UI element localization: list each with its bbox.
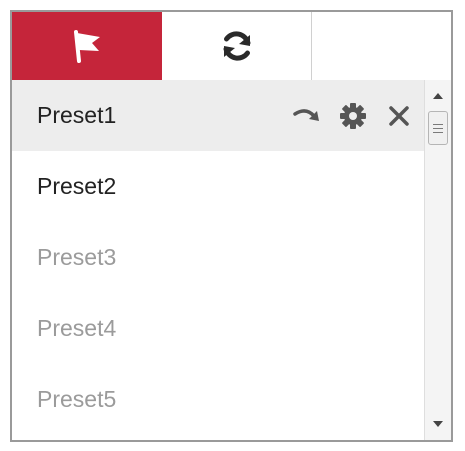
gear-icon xyxy=(340,102,366,129)
grip-line xyxy=(433,127,443,129)
call-preset-button[interactable] xyxy=(292,101,322,131)
preset-label: Preset5 xyxy=(37,386,117,412)
tab-patrol[interactable] xyxy=(162,12,312,80)
preset-label: Preset2 xyxy=(37,173,117,199)
scroll-up-button[interactable] xyxy=(425,86,451,106)
scroll-up-arrow-icon xyxy=(433,93,443,99)
preset-row-2[interactable]: Preset2 xyxy=(12,151,424,222)
tab-pattern[interactable] xyxy=(312,12,451,80)
panel-tabs xyxy=(12,12,451,80)
delete-preset-button[interactable] xyxy=(384,101,414,131)
preset-row-1[interactable]: Preset1 xyxy=(12,80,424,151)
preset-label: Preset3 xyxy=(37,244,117,270)
preset-settings-button[interactable] xyxy=(338,101,368,131)
close-icon xyxy=(389,105,409,126)
grip-line xyxy=(433,131,443,133)
preset-row-3[interactable]: Preset3 xyxy=(12,222,424,293)
call-preset-icon xyxy=(293,108,319,121)
ptz-preset-panel: Preset1 Preset2 Preset3 Preset4 Preset5 xyxy=(10,10,453,442)
preset-row-5[interactable]: Preset5 xyxy=(12,364,424,435)
preset-list: Preset1 Preset2 Preset3 Preset4 Preset5 xyxy=(12,80,424,440)
grip-line xyxy=(433,123,443,125)
preset-row-actions xyxy=(292,80,414,151)
preset-list-scrollbar[interactable] xyxy=(424,80,451,440)
refresh-icon xyxy=(223,31,250,61)
scroll-down-button[interactable] xyxy=(425,414,451,434)
scroll-down-arrow-icon xyxy=(433,421,443,427)
flag-icon xyxy=(74,30,100,63)
scroll-thumb[interactable] xyxy=(428,111,448,145)
preset-label: Preset1 xyxy=(37,102,117,128)
preset-label: Preset4 xyxy=(37,315,117,341)
tab-preset[interactable] xyxy=(12,12,162,80)
preset-row-4[interactable]: Preset4 xyxy=(12,293,424,364)
